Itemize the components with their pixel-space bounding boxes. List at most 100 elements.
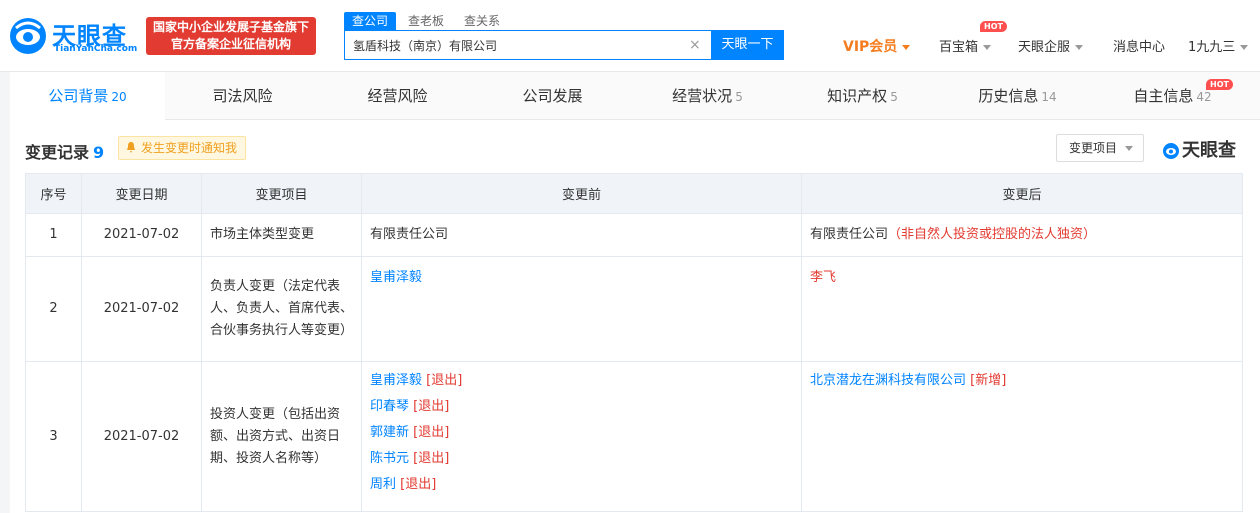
investor-link[interactable]: 皇甫泽毅 [370, 373, 422, 388]
main-card: 公司背景 20 司法风险 经营风险 公司发展 经营状况 5 知识产权 5 历史信息 14… [10, 72, 1260, 513]
row-after: 李飞 [801, 256, 1243, 362]
search-button[interactable]: 天眼一下 [711, 30, 784, 60]
tab-count: 5 [735, 90, 743, 104]
tab-company-development[interactable]: 公司发展 [475, 72, 630, 120]
change-record-table: 序号 变更日期 变更项目 变更前 变更后 1 2021-07-02 市场主体类型… [25, 173, 1243, 512]
top-header: 天眼查 TianYanCha.com 国家中小企业发展子基金旗下 官方备案企业征… [0, 0, 1260, 72]
user-menu[interactable]: 1九九三 [1188, 36, 1249, 55]
brand-watermark: 天眼查 [1162, 136, 1236, 161]
investor-entry: 皇甫泽毅 [退出] [370, 368, 793, 394]
tab-intellectual-property[interactable]: 知识产权 5 [785, 72, 940, 120]
message-center-link[interactable]: 消息中心 [1113, 36, 1165, 55]
row-item: 市场主体类型变更 [201, 213, 362, 257]
row-date: 2021-07-02 [81, 213, 202, 257]
col-header-no: 序号 [25, 173, 82, 214]
investor-link[interactable]: 郭建新 [370, 425, 409, 440]
table-row: 3 2021-07-02 投资人变更（包括出资额、出资方式、出资日期、投资人名称… [25, 361, 1243, 512]
chevron-down-icon [902, 44, 911, 50]
exit-tag: [退出] [413, 425, 450, 440]
table-header-row: 序号 变更日期 变更项目 变更前 变更后 [25, 173, 1243, 214]
search-tab-company[interactable]: 查公司 [344, 12, 397, 30]
row-date: 2021-07-02 [81, 361, 202, 512]
investor-entry: 印春琴 [退出] [370, 394, 793, 420]
search-tabs: 查公司 查老板 查关系 [344, 12, 512, 30]
logo-subtext: TianYanCha.com [54, 44, 138, 54]
tab-count: 5 [890, 90, 898, 104]
gov-badge-line1: 国家中小企业发展子基金旗下 [152, 20, 309, 34]
table-row: 2 2021-07-02 负责人变更（法定代表人、负责人、首席代表、合伙事务执行… [25, 256, 1243, 362]
investor-entry: 周利 [退出] [370, 472, 793, 498]
vip-link[interactable]: VIP会员 [843, 36, 911, 56]
tab-label: 公司背景 [48, 87, 109, 105]
row-no: 1 [25, 213, 82, 257]
notify-label: 发生变更时通知我 [141, 141, 238, 155]
investor-link[interactable]: 陈书元 [370, 451, 409, 466]
chevron-down-icon [1075, 45, 1084, 50]
tab-count: 20 [111, 90, 127, 104]
exit-tag: [退出] [413, 451, 450, 466]
col-header-item: 变更项目 [201, 173, 362, 214]
after-value: 有限责任公司 [810, 227, 889, 242]
section-count: 9 [93, 143, 105, 162]
tab-count: 14 [1041, 90, 1057, 104]
clear-icon[interactable]: × [689, 37, 701, 53]
exit-tag: [退出] [400, 477, 437, 492]
change-item-filter[interactable]: 变更项目 [1056, 134, 1144, 162]
notify-button[interactable]: 发生变更时通知我 [118, 136, 247, 160]
logo-eye-icon [10, 18, 46, 54]
section-title-text: 变更记录 [25, 143, 90, 162]
tab-count: 42 [1196, 90, 1212, 104]
tab-company-background[interactable]: 公司背景 20 [10, 72, 165, 120]
search-tab-relation[interactable]: 查关系 [456, 12, 508, 30]
tab-judicial-risk[interactable]: 司法风险 [165, 72, 320, 120]
investor-entry: 郭建新 [退出] [370, 420, 793, 446]
chevron-down-icon [983, 45, 992, 50]
hot-badge: HOT [1206, 79, 1233, 90]
table-row: 1 2021-07-02 市场主体类型变更 有限责任公司 有限责任公司（非自然人… [25, 213, 1243, 257]
chevron-down-icon [1125, 146, 1134, 151]
username: 1九九三 [1188, 40, 1236, 55]
brand-eye-icon [1163, 143, 1179, 159]
tab-label: 公司发展 [522, 87, 583, 105]
investor-link[interactable]: 周利 [370, 477, 396, 492]
row-before: 皇甫泽毅 [退出] 印春琴 [退出] 郭建新 [退出] 陈书元 [退出] 周利 … [361, 361, 802, 512]
investor-link[interactable]: 北京潜龙在渊科技有限公司 [810, 373, 966, 388]
col-header-after: 变更后 [801, 173, 1243, 214]
filter-label: 变更项目 [1069, 141, 1118, 155]
baibaoxiang-menu[interactable]: 百宝箱 [939, 36, 992, 55]
row-before: 有限责任公司 [361, 213, 802, 257]
col-header-date: 变更日期 [81, 173, 202, 214]
row-no: 2 [25, 256, 82, 362]
row-date: 2021-07-02 [81, 256, 202, 362]
tab-label: 自主信息 [1133, 87, 1194, 105]
tab-label: 历史信息 [978, 87, 1039, 105]
baibaoxiang-label: 百宝箱 [939, 40, 979, 55]
search-box: × 天眼一下 [344, 30, 784, 60]
row-after: 北京潜龙在渊科技有限公司 [新增] [801, 361, 1243, 512]
search-input[interactable] [353, 31, 683, 59]
tab-operation-risk[interactable]: 经营风险 [320, 72, 475, 120]
qifu-menu[interactable]: 天眼企服 [1018, 36, 1084, 55]
row-after: 有限责任公司（非自然人投资或控股的法人独资） [801, 213, 1243, 257]
hot-badge: HOT [980, 21, 1007, 32]
tianyancha-logo[interactable]: 天眼查 TianYanCha.com [8, 14, 138, 58]
investor-link[interactable]: 印春琴 [370, 399, 409, 414]
top-nav: VIP会员 百宝箱 HOT 天眼企服 消息中心 1九九三 [830, 0, 1260, 72]
person-link[interactable]: 皇甫泽毅 [370, 270, 422, 285]
chevron-down-icon [1240, 45, 1249, 50]
row-before: 皇甫泽毅 [361, 256, 802, 362]
tab-label: 经营风险 [367, 87, 428, 105]
row-item: 负责人变更（法定代表人、负责人、首席代表、合伙事务执行人等变更） [201, 256, 362, 362]
tab-operation-status[interactable]: 经营状况 5 [630, 72, 785, 120]
gov-badge-line2: 官方备案企业征信机构 [170, 37, 291, 51]
person-link[interactable]: 李飞 [810, 270, 836, 285]
gov-badge[interactable]: 国家中小企业发展子基金旗下 官方备案企业征信机构 [146, 17, 316, 55]
row-item: 投资人变更（包括出资额、出资方式、出资日期、投资人名称等） [201, 361, 362, 512]
col-header-before: 变更前 [361, 173, 802, 214]
category-tabs: 公司背景 20 司法风险 经营风险 公司发展 经营状况 5 知识产权 5 历史信息 14… [10, 72, 1260, 120]
section-title: 变更记录 9 [25, 139, 104, 163]
bell-icon [127, 142, 135, 153]
tab-history[interactable]: 历史信息 14 [940, 72, 1095, 120]
search-tab-boss[interactable]: 查老板 [400, 12, 452, 30]
brand-text: 天眼查 [1182, 140, 1236, 161]
